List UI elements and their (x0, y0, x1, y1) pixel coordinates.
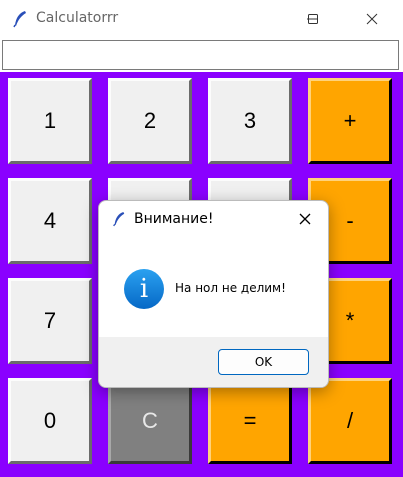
key-button[interactable]: 1 (8, 78, 92, 164)
key-button[interactable]: 4 (8, 178, 92, 264)
dialog-message: На нол не делим! (175, 281, 286, 295)
dialog-footer: OK (99, 337, 328, 387)
warning-dialog: Внимание! i На нол не делим! OK (98, 200, 329, 388)
display-entry[interactable] (2, 40, 399, 70)
key-button[interactable]: / (308, 378, 392, 464)
dialog-title: Внимание! (134, 211, 214, 227)
key-button[interactable]: = (208, 378, 292, 464)
key-button[interactable]: 2 (108, 78, 192, 164)
maximize-icon (308, 14, 318, 24)
feather-icon (13, 11, 26, 28)
ok-button[interactable]: OK (218, 349, 309, 375)
close-button[interactable] (349, 0, 395, 38)
close-icon (366, 13, 378, 25)
info-icon: i (124, 269, 164, 309)
feather-icon (113, 212, 125, 227)
key-button[interactable]: 7 (8, 278, 92, 364)
key-button[interactable]: 3 (208, 78, 292, 164)
close-icon (299, 213, 311, 225)
dialog-close-button[interactable] (290, 205, 320, 233)
maximize-button[interactable] (290, 0, 336, 38)
key-button[interactable]: C (108, 378, 192, 464)
window-title: Calculatorrr (36, 10, 119, 26)
title-bar[interactable]: Calculatorrr (0, 0, 403, 38)
calculator-window: Calculatorrr 1 2 3 +4-7 * 0 C = / Внимание! (0, 0, 403, 477)
key-button[interactable]: 0 (8, 378, 92, 464)
key-button[interactable]: + (308, 78, 392, 164)
